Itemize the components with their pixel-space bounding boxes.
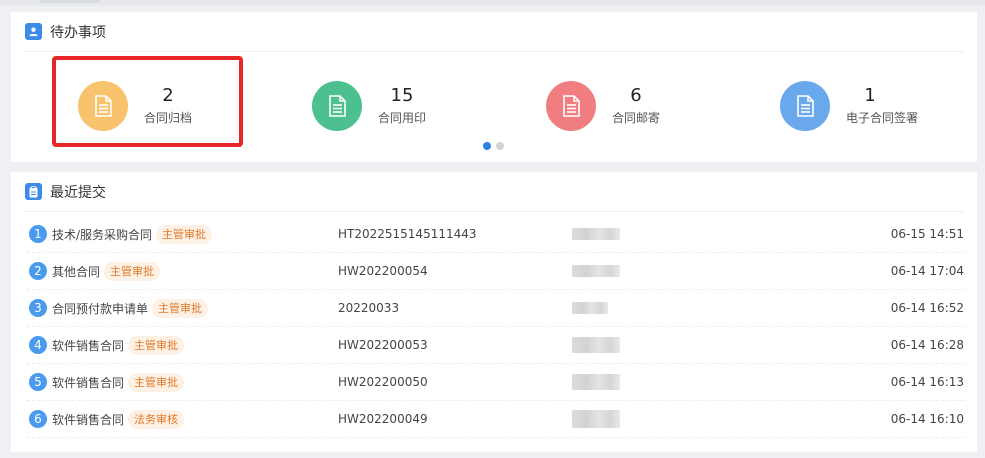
todo-label: 电子合同签署	[846, 111, 919, 125]
row-name[interactable]: 软件销售合同	[52, 374, 124, 391]
clipboard-icon	[25, 183, 42, 200]
todo-item-archive[interactable]: 2 合同归档	[78, 80, 224, 132]
status-badge: 主管审批	[104, 261, 161, 281]
document-icon	[312, 81, 362, 131]
row-name[interactable]: 软件销售合同	[52, 411, 124, 428]
recent-header: 最近提交	[25, 172, 963, 212]
table-row[interactable]: 1 技术/服务采购合同 主管审批 HT2022515145111443 06-1…	[27, 216, 964, 253]
table-row[interactable]: 5 软件销售合同 主管审批 HW202200050 06-14 16:13	[27, 364, 964, 401]
todo-count: 6	[630, 85, 642, 106]
top-tab[interactable]	[40, 0, 100, 3]
row-time: 06-14 16:13	[890, 375, 964, 389]
document-icon	[546, 81, 596, 131]
table-row[interactable]: 2 其他合同 主管审批 HW202200054 06-14 17:04	[27, 253, 964, 290]
todo-card: 待办事项 2 合同归档 15 合同用印 6 合同邮寄 1 电子合同签署	[11, 12, 977, 162]
recent-title: 最近提交	[50, 184, 106, 201]
row-index: 4	[29, 336, 47, 354]
row-code: HW202200053	[338, 338, 428, 352]
table-row[interactable]: 3 合同预付款申请单 主管审批 20220033 06-14 16:52	[27, 290, 964, 327]
document-icon	[780, 81, 830, 131]
status-badge: 主管审批	[156, 224, 213, 244]
recent-card: 最近提交 1 技术/服务采购合同 主管审批 HT2022515145111443…	[11, 172, 977, 452]
status-badge: 主管审批	[128, 335, 185, 355]
row-code: 20220033	[338, 301, 400, 315]
row-name[interactable]: 技术/服务采购合同	[52, 226, 152, 243]
redacted-field	[572, 410, 620, 428]
document-icon	[78, 81, 128, 131]
top-bar	[0, 0, 985, 6]
row-name[interactable]: 软件销售合同	[52, 337, 124, 354]
row-time: 06-14 16:10	[890, 412, 964, 426]
carousel-dot-2[interactable]	[496, 142, 504, 150]
row-time: 06-14 16:28	[890, 338, 964, 352]
todo-item-esign[interactable]: 1 电子合同签署	[780, 80, 926, 132]
redacted-field	[572, 337, 620, 353]
redacted-field	[572, 228, 620, 240]
todo-header: 待办事项	[25, 12, 963, 52]
todo-label: 合同邮寄	[612, 111, 661, 125]
row-index: 5	[29, 373, 47, 391]
todo-label: 合同归档	[144, 111, 193, 125]
carousel-dots	[483, 142, 504, 150]
redacted-field	[572, 374, 620, 390]
todo-count: 2	[162, 85, 174, 106]
status-badge: 法务审核	[128, 409, 185, 429]
carousel-dot-1[interactable]	[483, 142, 491, 150]
row-time: 06-14 16:52	[890, 301, 964, 315]
row-code: HW202200054	[338, 264, 428, 278]
table-row[interactable]: 4 软件销售合同 主管审批 HW202200053 06-14 16:28	[27, 327, 964, 364]
row-index: 3	[29, 299, 47, 317]
todo-title: 待办事项	[50, 24, 106, 41]
row-name[interactable]: 合同预付款申请单	[52, 300, 148, 317]
redacted-field	[572, 265, 620, 277]
user-icon	[25, 23, 42, 40]
row-time: 06-14 17:04	[890, 264, 964, 278]
row-code: HW202200049	[338, 412, 428, 426]
redacted-field	[572, 302, 608, 314]
todo-count: 1	[864, 85, 876, 106]
row-name[interactable]: 其他合同	[52, 263, 100, 280]
todo-count: 15	[390, 85, 414, 106]
todo-item-mail[interactable]: 6 合同邮寄	[546, 80, 692, 132]
row-index: 1	[29, 225, 47, 243]
row-code: HT2022515145111443	[338, 227, 477, 241]
table-row[interactable]: 6 软件销售合同 法务审核 HW202200049 06-14 16:10	[27, 401, 964, 438]
row-time: 06-15 14:51	[890, 227, 964, 241]
todo-item-seal[interactable]: 15 合同用印	[312, 80, 458, 132]
row-index: 6	[29, 410, 47, 428]
status-badge: 主管审批	[128, 372, 185, 392]
status-badge: 主管审批	[152, 298, 209, 318]
row-code: HW202200050	[338, 375, 428, 389]
todo-label: 合同用印	[378, 111, 427, 125]
row-index: 2	[29, 262, 47, 280]
